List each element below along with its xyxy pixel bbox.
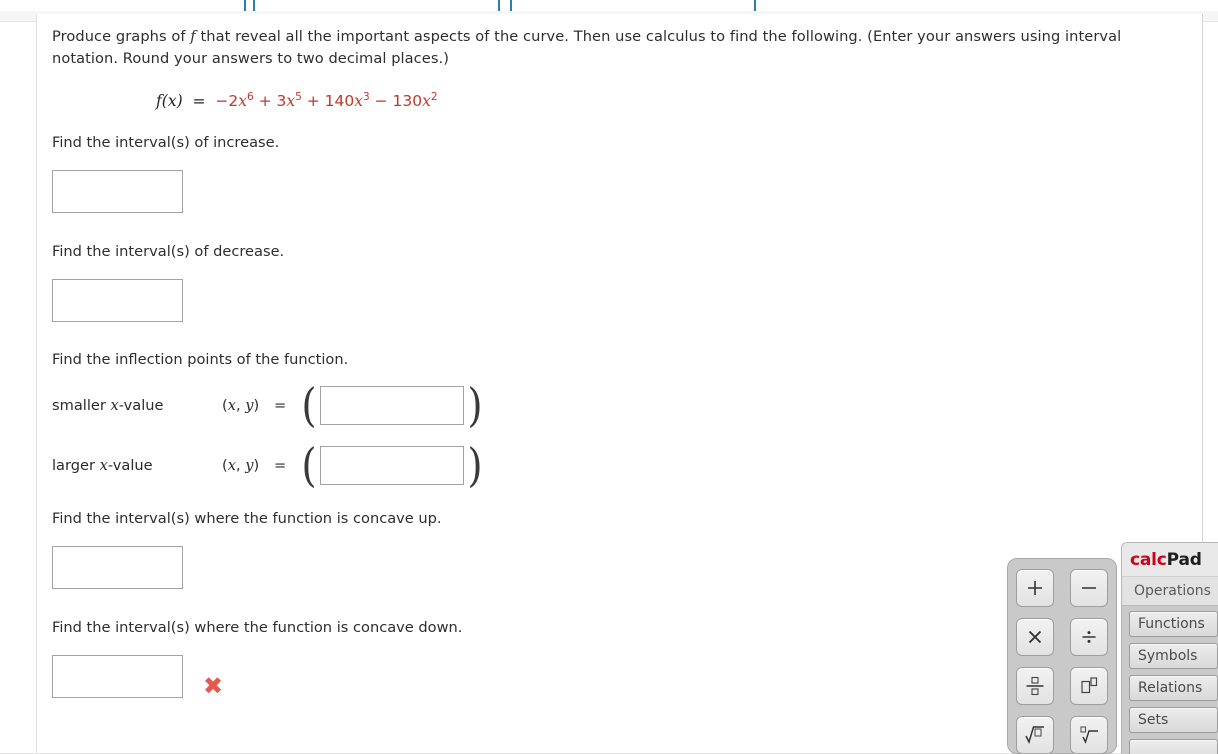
left-paren-larger: ( [301, 437, 317, 492]
page-root: Produce graphs of f that reveal all the … [0, 0, 1218, 754]
calcpad-brand: calcPad [1122, 543, 1218, 576]
minus-key[interactable] [1070, 569, 1108, 607]
calcpad-button-next[interactable] [1129, 739, 1218, 754]
plus-key[interactable] [1016, 569, 1054, 607]
left-paren-smaller: ( [301, 377, 317, 432]
calcpad-category-list: Functions Symbols Relations Sets [1122, 605, 1218, 754]
multiply-x-icon [1028, 630, 1042, 644]
divide-icon [1082, 631, 1096, 643]
part-increase: Find the interval(s) of increase. [52, 134, 1187, 214]
calcpad-button-sets[interactable]: Sets [1129, 707, 1218, 733]
keypad-row-4 [1008, 716, 1116, 753]
nth-root-icon [1080, 726, 1098, 744]
keypad-row-1 [1008, 569, 1116, 607]
function-definition: f(x) = −2x6 + 3x5 + 140x3 − 130x2 [156, 92, 1187, 110]
ordered-pair-label-larger: (x, y) [222, 457, 260, 475]
keypad-row-3 [1008, 667, 1116, 705]
part-increase-label: Find the interval(s) of increase. [52, 134, 280, 152]
calcpad-panel: calcPad Operations Functions Symbols Rel… [1121, 542, 1218, 754]
question-prompt: Produce graphs of f that reveal all the … [52, 26, 1185, 70]
equals-sign: = [187, 92, 211, 111]
right-paren-larger: ) [467, 437, 483, 492]
prompt-var-f: f [190, 28, 196, 45]
minus-icon [1082, 587, 1096, 589]
incorrect-x-icon: ✖ [203, 671, 224, 700]
right-paren-smaller: ) [467, 377, 483, 432]
inflection-larger-input[interactable] [320, 446, 465, 486]
multiply-key[interactable] [1016, 618, 1054, 656]
calcpad-button-functions[interactable]: Functions [1129, 611, 1218, 637]
inflection-row-larger: larger x-value (x, y) = ( ) [52, 437, 1187, 492]
larger-equals: = [274, 457, 287, 475]
ordered-pair-label-smaller: (x, y) [222, 397, 260, 415]
smaller-x-value-label: smaller x-value [52, 397, 164, 415]
part-inflection-label: Find the inflection points of the functi… [52, 351, 349, 369]
calcpad-tab-operations[interactable]: Operations [1122, 576, 1218, 605]
calcpad-keypad [1007, 558, 1117, 754]
exponent-icon [1081, 677, 1098, 694]
increase-input[interactable] [52, 170, 183, 214]
calcpad-button-relations[interactable]: Relations [1129, 675, 1218, 701]
smaller-equals: = [274, 397, 287, 415]
larger-x-value-label: larger x-value [52, 457, 153, 475]
keypad-row-2 [1008, 618, 1116, 656]
prompt-line-1: Produce graphs of f that reveal all the … [52, 28, 1122, 68]
tab-strip [0, 0, 1218, 14]
part-decrease-label: Find the interval(s) of decrease. [52, 243, 285, 261]
inflection-smaller-input[interactable] [320, 386, 465, 426]
calcpad-brand-calc: calc [1130, 550, 1167, 570]
calcpad-button-symbols[interactable]: Symbols [1129, 643, 1218, 669]
concave-up-input[interactable] [52, 546, 183, 590]
function-arg: (x) [161, 92, 183, 111]
divide-key[interactable] [1070, 618, 1108, 656]
calcpad-brand-pad: Pad [1166, 550, 1202, 570]
inflection-row-smaller: smaller x-value (x, y) = ( ) [52, 377, 1187, 432]
concave-down-input[interactable] [52, 655, 183, 699]
nth-root-key[interactable] [1070, 716, 1108, 753]
sqrt-icon [1025, 726, 1044, 745]
function-expression: −2x6 + 3x5 + 140x3 − 130x2 [215, 91, 438, 111]
decrease-input[interactable] [52, 279, 183, 323]
exponent-key[interactable] [1070, 667, 1108, 705]
part-inflection: Find the inflection points of the functi… [52, 351, 1187, 492]
fraction-icon [1026, 676, 1044, 696]
part-decrease: Find the interval(s) of decrease. [52, 243, 1187, 323]
fraction-key[interactable] [1016, 667, 1054, 705]
part-concave-up-label: Find the interval(s) where the function … [52, 510, 442, 528]
plus-icon [1028, 581, 1042, 595]
sqrt-key[interactable] [1016, 716, 1054, 753]
